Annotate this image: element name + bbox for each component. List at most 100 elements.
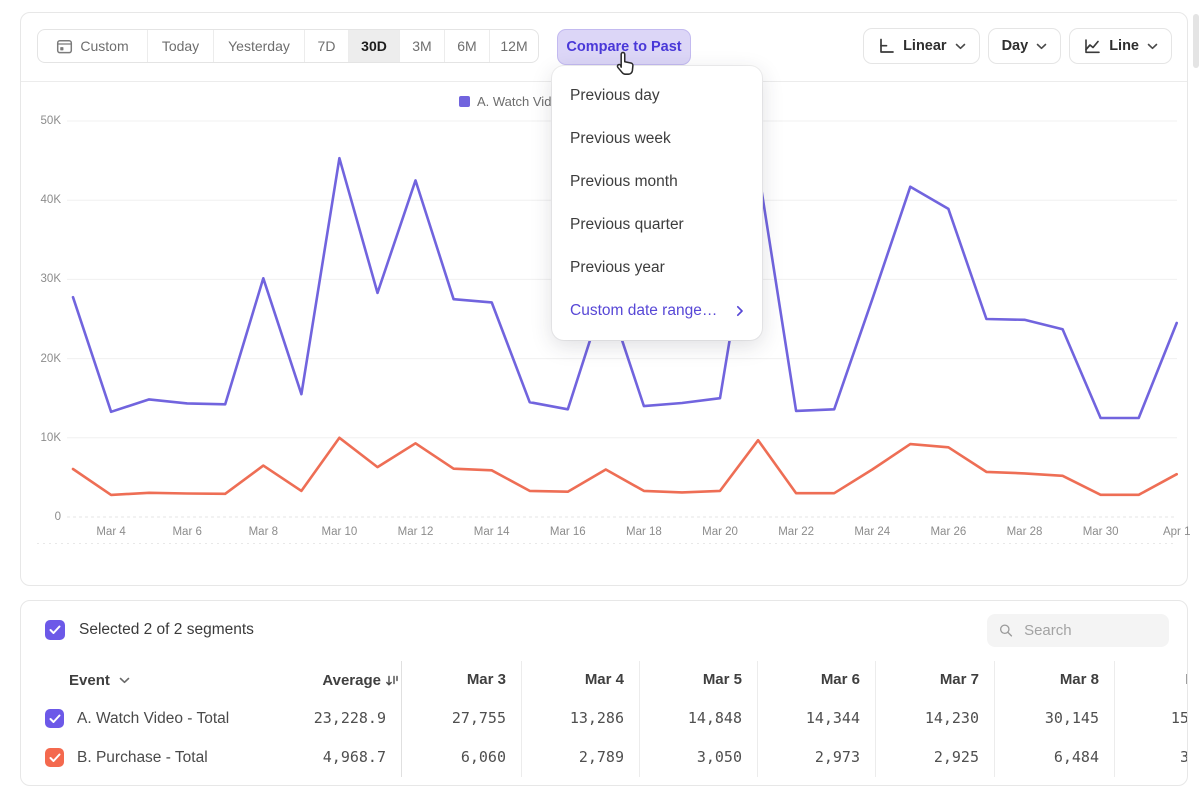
value-text: 3,050 — [697, 748, 742, 766]
search-input[interactable] — [1022, 621, 1157, 640]
select-all-checkbox[interactable] — [45, 620, 65, 640]
y-axis-label: 30K — [25, 273, 61, 285]
x-axis-label: Mar 20 — [688, 526, 752, 538]
dropdown-item-previous-month[interactable]: Previous month — [552, 160, 762, 203]
interval-label: Day — [1002, 38, 1029, 54]
dropdown-item-previous-quarter[interactable]: Previous quarter — [552, 203, 762, 246]
column-divider — [1114, 661, 1115, 777]
scrollbar-thumb[interactable] — [1193, 14, 1199, 68]
value-cell: 6,060 — [401, 748, 521, 767]
date-range-yesterday[interactable]: Yesterday — [214, 30, 305, 62]
value-text: 6,060 — [461, 748, 506, 766]
column-divider — [875, 661, 876, 777]
event-cell: A. Watch Video - Total — [21, 709, 281, 728]
date-range-30d[interactable]: 30D — [349, 30, 400, 62]
value-text: 6,484 — [1054, 748, 1099, 766]
value-cell: 14,344 — [757, 709, 875, 728]
view-controls: Linear Day Line — [863, 28, 1172, 64]
dropdown-item-previous-year[interactable]: Previous year — [552, 246, 762, 289]
segment-checkbox[interactable] — [45, 748, 64, 767]
series-line-b-purchase — [73, 438, 1177, 495]
dropdown-item-label: Custom date range… — [570, 302, 717, 320]
y-axis-label: 40K — [25, 194, 61, 206]
interval-selector-day[interactable]: Day — [988, 28, 1062, 64]
value-cell: 2,789 — [521, 748, 639, 767]
event-column-header[interactable]: Event — [21, 672, 281, 689]
column-header-mar-3[interactable]: Mar 3 — [401, 671, 521, 689]
chevron-down-icon — [119, 677, 130, 684]
column-header-label: Mar 4 — [585, 671, 624, 688]
value-text: 2,789 — [579, 748, 624, 766]
legend-item[interactable]: A. Watch Video — [459, 94, 566, 109]
compare-to-past-button[interactable]: Compare to Past — [557, 29, 691, 65]
column-header-label: Mar 5 — [703, 671, 742, 688]
column-header-label: Mar 6 — [821, 671, 860, 688]
table-row[interactable]: A. Watch Video - Total23,228.927,75513,2… — [21, 699, 1188, 738]
column-header-mar-7[interactable]: Mar 7 — [875, 671, 994, 689]
value-cell: 27,755 — [401, 709, 521, 728]
x-axis-label: Mar 6 — [155, 526, 219, 538]
x-axis-label: Mar 22 — [764, 526, 828, 538]
date-range-6m[interactable]: 6M — [445, 30, 490, 62]
column-header-label: M — [1186, 671, 1189, 688]
x-axis-label: Mar 12 — [384, 526, 448, 538]
value-cell: 4,968.7 — [281, 748, 401, 767]
chevron-down-icon — [1147, 43, 1158, 50]
x-axis-label: Mar 28 — [993, 526, 1057, 538]
value-text: 30,145 — [1045, 709, 1099, 727]
value-cell: 2,925 — [875, 748, 994, 767]
column-header-label: Average — [322, 672, 381, 689]
x-axis-label: Mar 30 — [1069, 526, 1133, 538]
date-range-label: Today — [162, 38, 199, 54]
x-axis-label: Mar 4 — [79, 526, 143, 538]
sort-descending-icon — [385, 674, 399, 687]
value-text: 15, — [1171, 709, 1188, 727]
column-header-mar-5[interactable]: Mar 5 — [639, 671, 757, 689]
x-axis-label: Mar 26 — [916, 526, 980, 538]
segment-checkbox[interactable] — [45, 709, 64, 728]
column-header-m[interactable]: M — [1114, 671, 1188, 689]
value-text: 4,968.7 — [323, 748, 386, 766]
value-text: 14,344 — [806, 709, 860, 727]
column-header-average[interactable]: Average — [281, 672, 401, 689]
value-text: 2,925 — [934, 748, 979, 766]
dropdown-item-previous-day[interactable]: Previous day — [552, 74, 762, 117]
scale-selector-linear[interactable]: Linear — [863, 28, 980, 64]
event-header-label: Event — [69, 672, 110, 689]
x-axis-label: Mar 8 — [231, 526, 295, 538]
value-cell: 14,230 — [875, 709, 994, 728]
analytics-dashboard: { "toolbar": { "date_ranges": [ {"label"… — [0, 0, 1200, 802]
column-divider — [521, 661, 522, 777]
value-cell: 3, — [1114, 748, 1188, 767]
column-divider — [757, 661, 758, 777]
column-header-mar-4[interactable]: Mar 4 — [521, 671, 639, 689]
column-header-label: Mar 7 — [940, 671, 979, 688]
date-range-label: 3M — [412, 38, 431, 54]
dropdown-item-label: Previous quarter — [570, 216, 684, 234]
value-cell: 23,228.9 — [281, 709, 401, 728]
date-range-12m[interactable]: 12M — [490, 30, 538, 62]
date-range-label: 7D — [318, 38, 336, 54]
dropdown-item-previous-week[interactable]: Previous week — [552, 117, 762, 160]
date-range-3m[interactable]: 3M — [400, 30, 445, 62]
check-icon — [49, 625, 61, 635]
segments-card: Selected 2 of 2 segments Event Average Mar… — [20, 600, 1188, 786]
dropdown-item-custom-date-range[interactable]: Custom date range… — [552, 289, 762, 332]
line-chart-icon — [1083, 37, 1101, 55]
value-cell: 30,145 — [994, 709, 1114, 728]
column-header-label: Mar 8 — [1060, 671, 1099, 688]
calendar-icon — [56, 38, 73, 55]
search-icon — [999, 622, 1013, 639]
date-range-label: 6M — [457, 38, 476, 54]
search-box — [987, 614, 1169, 647]
column-header-mar-6[interactable]: Mar 6 — [757, 671, 875, 689]
table-row[interactable]: B. Purchase - Total4,968.76,0602,7893,05… — [21, 738, 1188, 777]
date-range-custom[interactable]: Custom — [38, 30, 148, 62]
date-range-7d[interactable]: 7D — [305, 30, 349, 62]
x-axis-label: Mar 10 — [307, 526, 371, 538]
dropdown-item-label: Previous day — [570, 87, 660, 105]
segments-summary-label: Selected 2 of 2 segments — [79, 621, 254, 639]
column-header-mar-8[interactable]: Mar 8 — [994, 671, 1114, 689]
chart-type-selector-line[interactable]: Line — [1069, 28, 1172, 64]
date-range-today[interactable]: Today — [148, 30, 214, 62]
